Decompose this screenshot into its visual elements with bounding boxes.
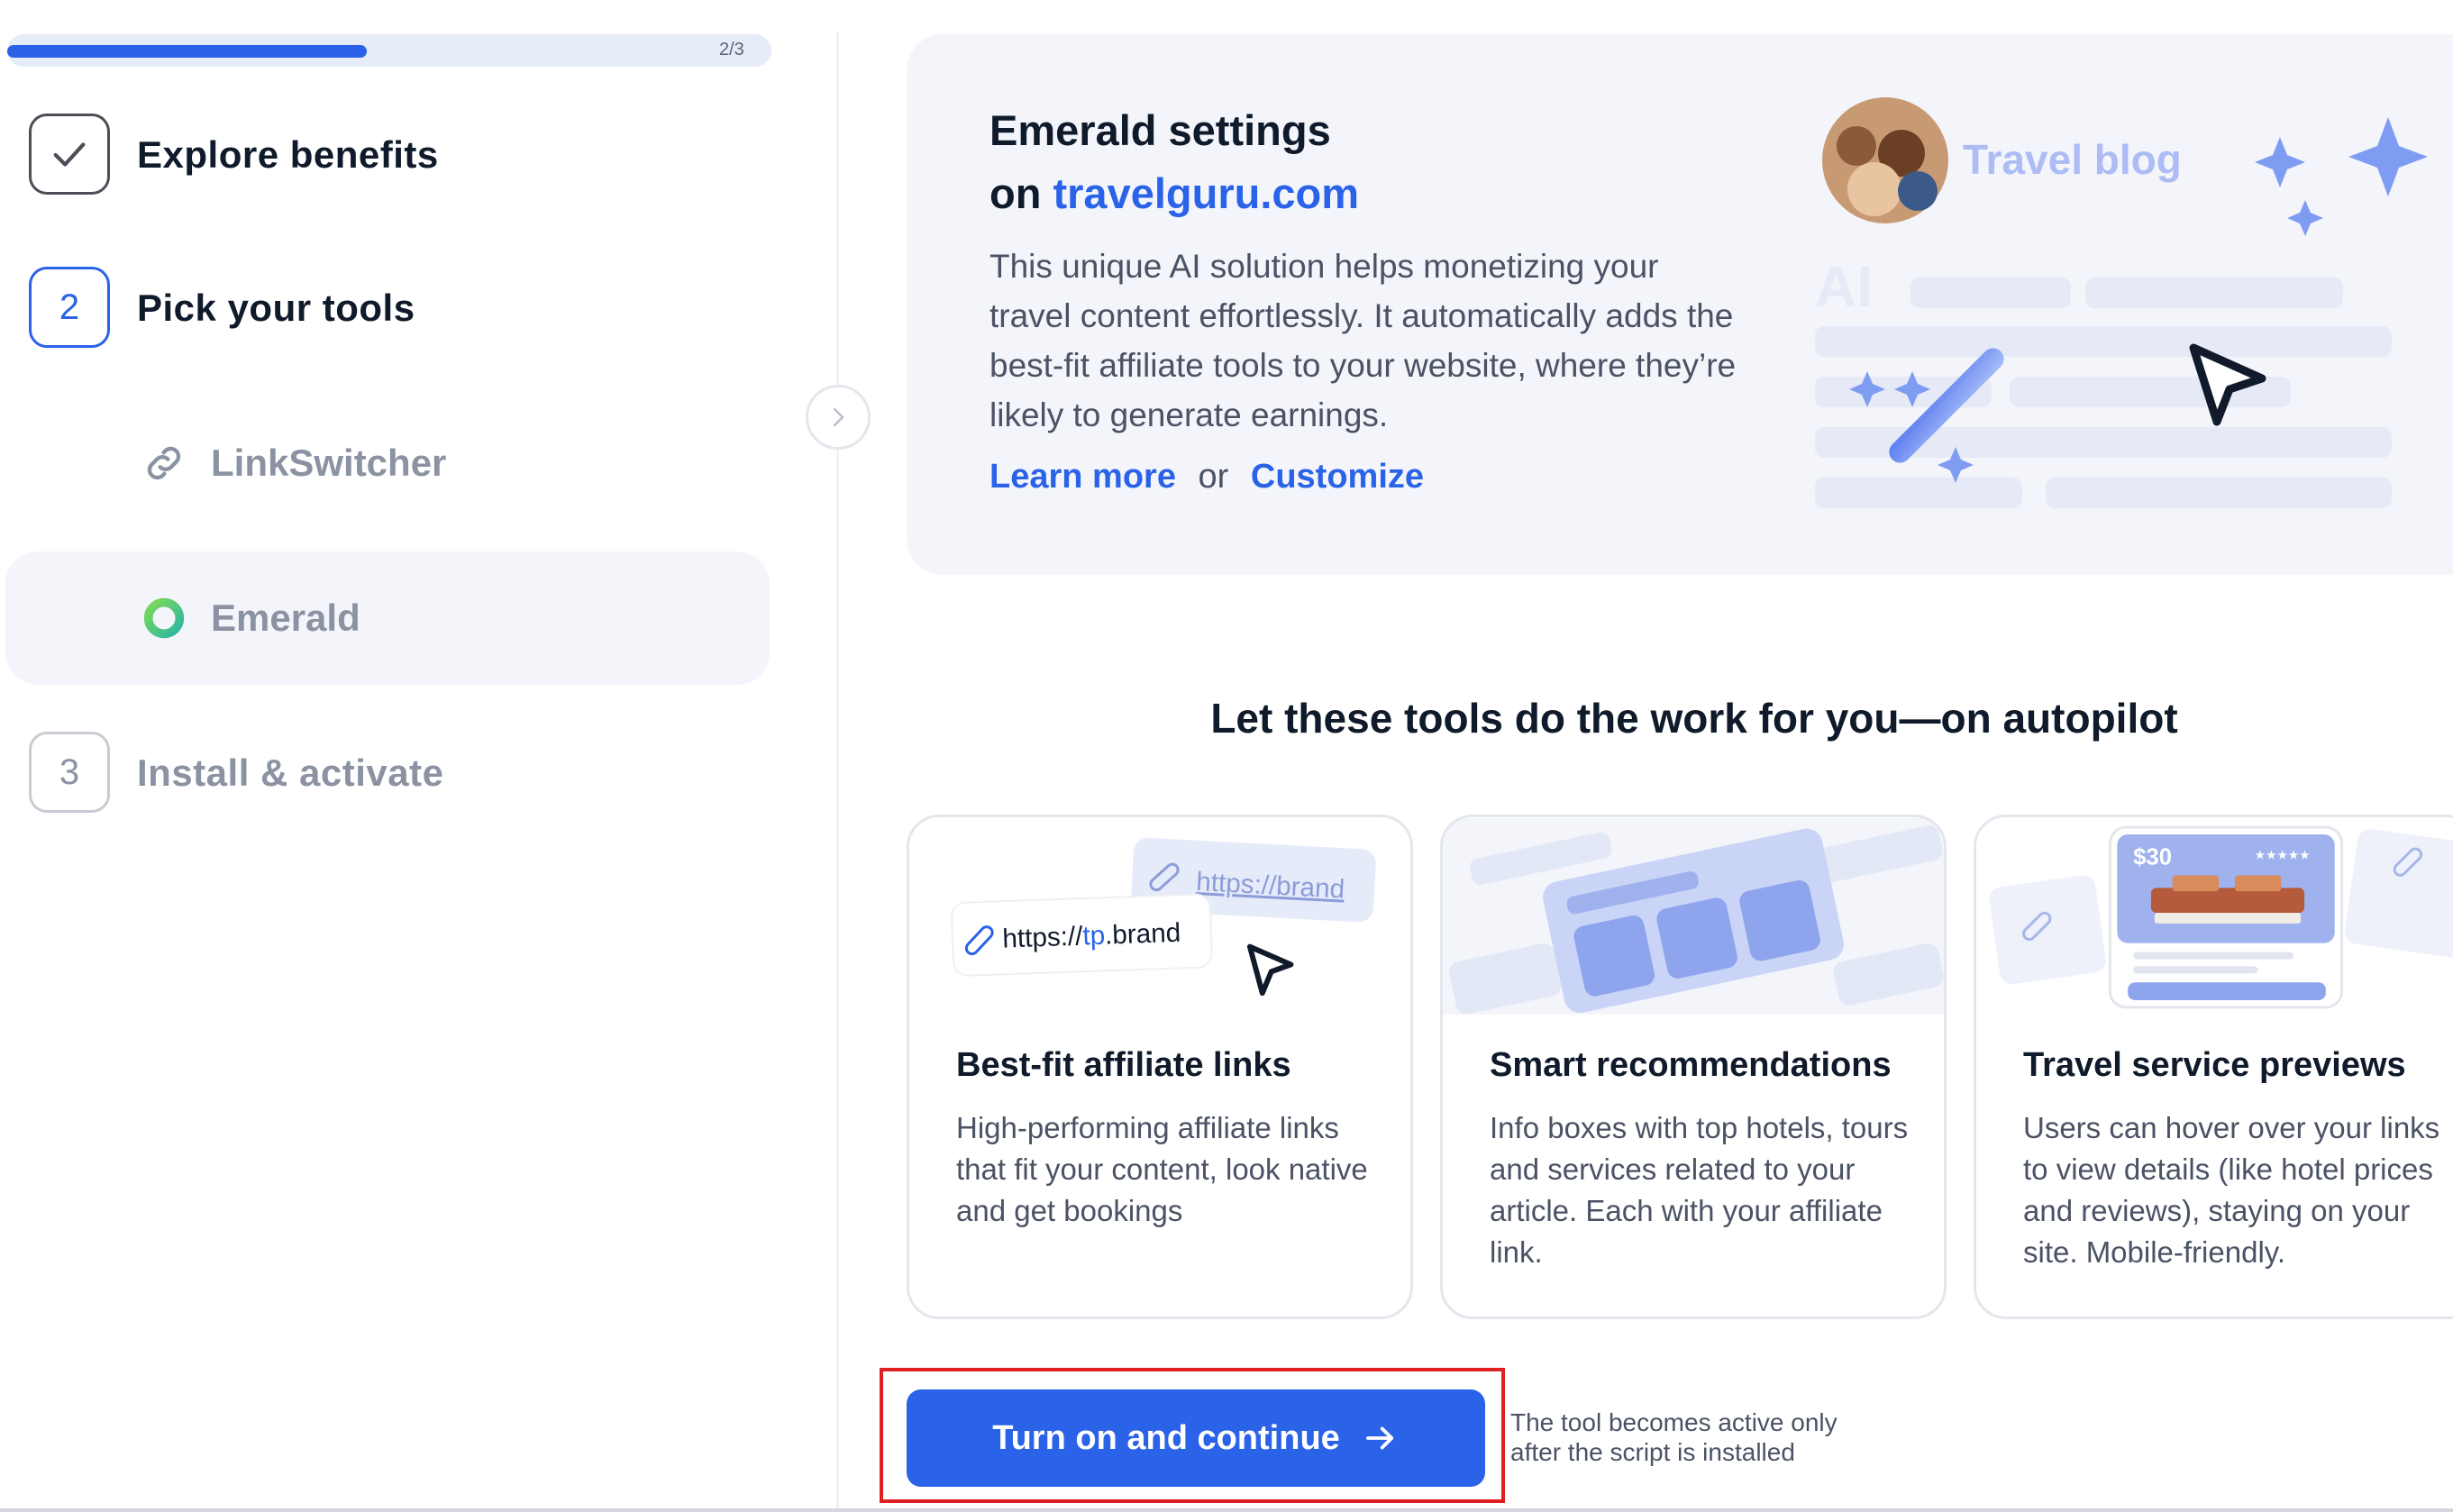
progress-count: 2/3 bbox=[719, 40, 744, 59]
or-text: or bbox=[1198, 458, 1229, 496]
illustration-graphic: Travel blog AI bbox=[1815, 97, 2428, 508]
link-icon bbox=[147, 446, 181, 480]
button-label: Turn on and continue bbox=[992, 1418, 1340, 1457]
step-3-label[interactable]: Install & activate bbox=[137, 751, 443, 795]
card-title-domain-line: on travelguru.com bbox=[989, 162, 1359, 225]
tool-description: Users can hover over your links to view … bbox=[2023, 1111, 2440, 1269]
card-title: Emerald settings on travelguru.com bbox=[989, 99, 1359, 225]
card-description: This unique AI solution helps monetizing… bbox=[989, 248, 1737, 433]
learn-more-link[interactable]: Learn more bbox=[989, 458, 1176, 496]
step-2-number[interactable]: 2 bbox=[29, 267, 110, 348]
activation-note: The tool becomes active only after the s… bbox=[1510, 1408, 1837, 1466]
sparkle-icon bbox=[2255, 137, 2305, 187]
bottom-divider bbox=[0, 1508, 2453, 1512]
magic-wand-icon bbox=[1849, 348, 2004, 483]
step-2-label[interactable]: Pick your tools bbox=[137, 287, 415, 330]
collapse-sidebar-button[interactable] bbox=[806, 385, 871, 450]
card-title-on: on bbox=[989, 169, 1042, 217]
cursor-icon bbox=[1246, 943, 1294, 997]
customize-link[interactable]: Customize bbox=[1251, 458, 1424, 496]
ai-label: AI bbox=[1815, 254, 1873, 319]
sidebar-item-linkswitcher[interactable]: LinkSwitcher bbox=[5, 396, 770, 530]
url-front-label: https://tp.brand bbox=[1002, 918, 1181, 954]
step-1-label[interactable]: Explore benefits bbox=[137, 133, 439, 177]
tool-description: High-performing affiliate links that fit… bbox=[956, 1111, 1368, 1227]
progress-bar-fill bbox=[7, 45, 367, 58]
tool-card-travel-previews[interactable]: $30 ★★★★★ Travel service previews Users … bbox=[1974, 815, 2453, 1319]
sidebar-item-label: Emerald bbox=[211, 597, 360, 639]
card-title-line: Emerald settings bbox=[989, 106, 1331, 154]
rating-stars: ★★★★★ bbox=[2255, 849, 2311, 863]
chevron-right-icon bbox=[834, 408, 844, 426]
tool-card-affiliate-links[interactable]: https://brand https://tp.brand Best-fit … bbox=[907, 815, 1413, 1319]
travel-previews-illustration: $30 ★★★★★ bbox=[1976, 818, 2453, 1015]
step-1-checkbox[interactable] bbox=[29, 114, 110, 195]
sparkle-icon bbox=[2287, 200, 2323, 236]
sidebar-item-label: LinkSwitcher bbox=[211, 442, 447, 484]
tool-description: Info boxes with top hotels, tours and se… bbox=[1490, 1111, 1909, 1269]
tools-heading: Let these tools do the work for you—on a… bbox=[1210, 695, 2178, 742]
site-domain-link[interactable]: travelguru.com bbox=[1053, 169, 1359, 217]
emerald-illustration: Travel blog AI bbox=[1811, 90, 2453, 541]
price-label: $30 bbox=[2133, 845, 2172, 870]
arrow-right-icon bbox=[1365, 1426, 1393, 1450]
avatar bbox=[1822, 97, 1948, 223]
affiliate-links-illustration: https://brand https://tp.brand bbox=[951, 837, 1376, 997]
tool-card-smart-recommendations[interactable]: Smart recommendations Info boxes with to… bbox=[1440, 815, 1947, 1319]
sidebar-divider bbox=[836, 32, 839, 1512]
tool-title: Best-fit affiliate links bbox=[956, 1046, 1291, 1084]
tool-title: Travel service previews bbox=[2023, 1046, 2406, 1084]
check-icon bbox=[53, 142, 86, 167]
smart-recommendations-illustration bbox=[1443, 818, 1944, 1015]
step-3-number[interactable]: 3 bbox=[29, 732, 110, 813]
turn-on-continue-button[interactable]: Turn on and continue bbox=[907, 1389, 1485, 1487]
tool-title: Smart recommendations bbox=[1490, 1046, 1892, 1084]
sparkle-icon bbox=[2348, 117, 2428, 196]
cursor-icon bbox=[2189, 343, 2266, 426]
sidebar-item-emerald[interactable]: Emerald bbox=[5, 551, 770, 685]
card-links: Learn more or Customize bbox=[989, 458, 1424, 496]
travel-blog-label: Travel blog bbox=[1963, 136, 2182, 183]
emerald-ring-icon bbox=[143, 597, 185, 639]
